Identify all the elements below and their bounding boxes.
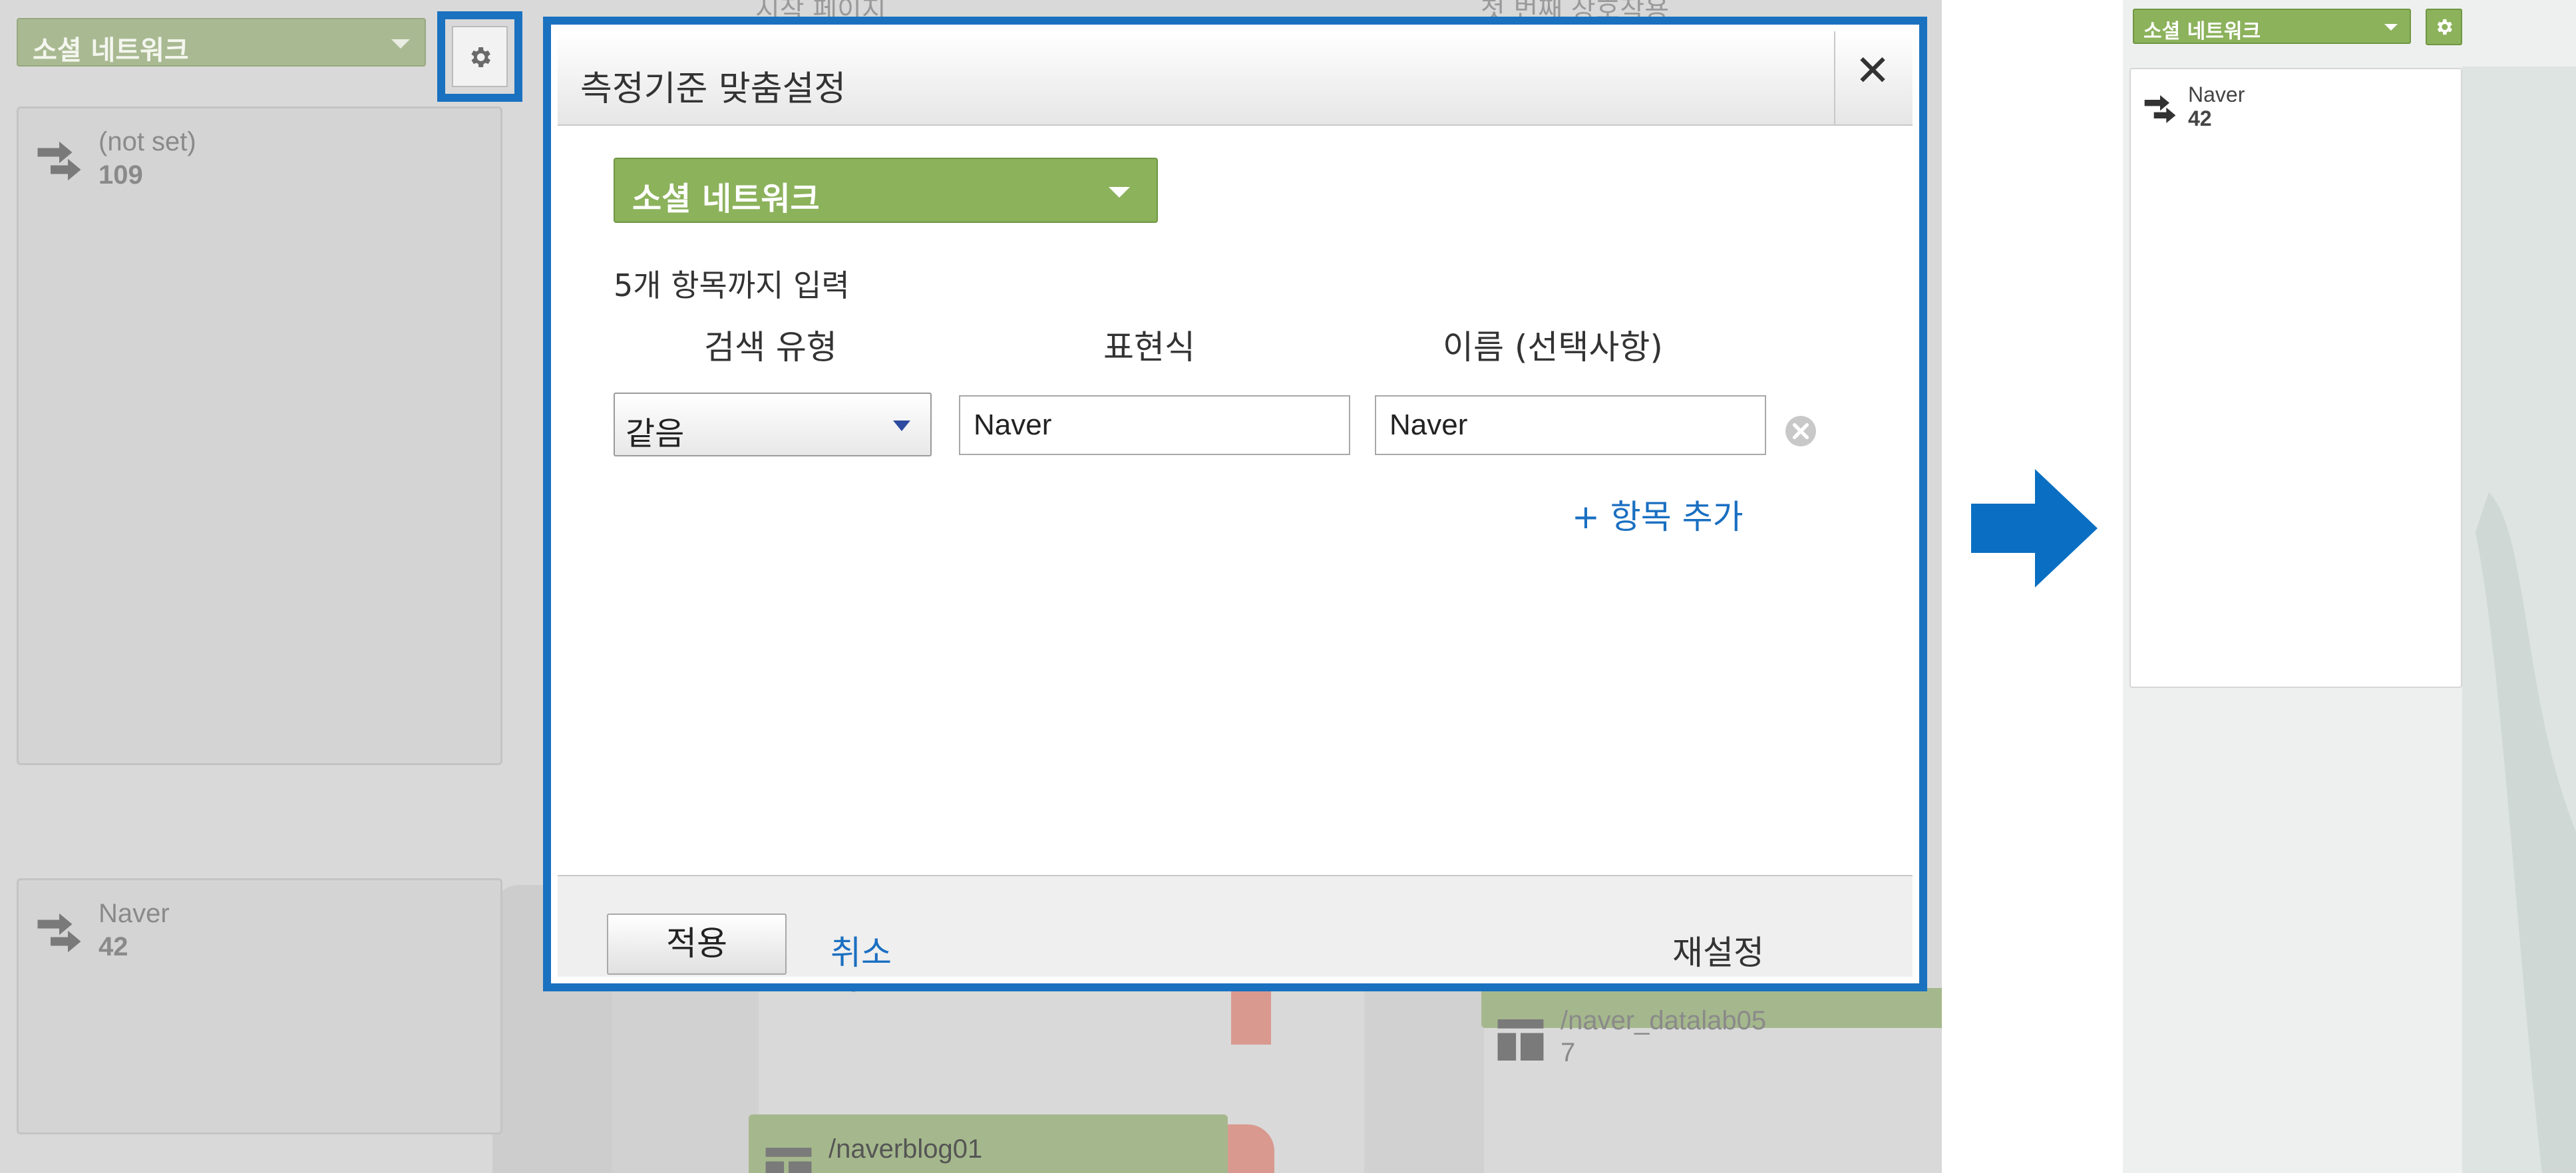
item-limit-hint: 5개 항목까지 입력 bbox=[614, 267, 850, 303]
page-grid-icon bbox=[765, 1148, 812, 1173]
arrow-split-icon bbox=[2144, 95, 2176, 123]
dimension-dropdown-label: 소셜 네트워크 bbox=[33, 35, 189, 66]
column-header-expression: 표현식 bbox=[1103, 328, 1195, 367]
arrow-split-icon bbox=[37, 141, 81, 181]
close-icon[interactable]: ✕ bbox=[1853, 50, 1893, 92]
dimension-select[interactable]: 소셜 네트워크 bbox=[614, 158, 1158, 223]
page-node-count: 7 bbox=[1561, 1038, 1576, 1067]
page-node[interactable] bbox=[749, 1114, 1228, 1173]
divider bbox=[1834, 31, 1835, 124]
add-item-link[interactable]: + 항목 추가 bbox=[1572, 490, 1744, 538]
node-card-not-set[interactable]: (not set) 109 bbox=[17, 106, 502, 765]
gear-icon bbox=[471, 47, 490, 67]
gear-button-face bbox=[452, 26, 508, 87]
remove-circle-icon[interactable] bbox=[1784, 415, 1817, 448]
node-name: Naver bbox=[2188, 83, 2245, 106]
drop-off-indicator bbox=[1228, 1124, 1274, 1173]
display-name-input[interactable] bbox=[1375, 395, 1766, 455]
flow-band bbox=[2462, 67, 2576, 1173]
node-name: Naver bbox=[98, 899, 170, 928]
node-card-naver[interactable]: Naver 42 bbox=[17, 878, 502, 1134]
match-type-value: 같음 bbox=[626, 415, 685, 452]
node-count: 109 bbox=[98, 160, 143, 190]
cancel-link[interactable]: 취소 bbox=[830, 926, 892, 974]
right-arrow-icon bbox=[1971, 469, 2098, 587]
node-count: 42 bbox=[2188, 106, 2212, 130]
reset-link[interactable]: 재설정 bbox=[1672, 926, 1764, 974]
expression-input[interactable] bbox=[959, 395, 1350, 455]
page-grid-icon bbox=[1497, 1019, 1544, 1061]
dropdown-arrow-icon bbox=[1109, 187, 1130, 198]
dropdown-arrow-icon bbox=[2384, 24, 2398, 31]
result-preview-panel: 소셜 네트워크 Naver 42 bbox=[2123, 0, 2576, 1173]
column-header-match-type: 검색 유형 bbox=[704, 328, 837, 367]
dimension-dropdown-label: 소셜 네트워크 bbox=[2143, 20, 2261, 43]
customize-dimension-dialog: 측정기준 맞춤설정 ✕ 소셜 네트워크 5개 항목까지 입력 검색 유형 표현식… bbox=[543, 17, 1927, 991]
column-header-name: 이름 (선택사항) bbox=[1443, 328, 1663, 367]
dimension-select-label: 소셜 네트워크 bbox=[632, 180, 820, 218]
dropdown-arrow-icon bbox=[893, 420, 910, 431]
drop-off-indicator bbox=[1231, 991, 1271, 1045]
node-card-naver[interactable]: Naver 42 bbox=[2129, 68, 2462, 688]
customize-dimension-button[interactable] bbox=[437, 11, 522, 102]
customize-dimension-button[interactable] bbox=[2426, 9, 2462, 45]
node-count: 42 bbox=[98, 932, 128, 961]
flow-band bbox=[612, 985, 759, 1173]
node-name: (not set) bbox=[98, 127, 196, 156]
dropdown-arrow-icon bbox=[391, 39, 410, 49]
match-type-select[interactable]: 같음 bbox=[614, 393, 932, 456]
gear-icon bbox=[2437, 19, 2452, 35]
dialog-title: 측정기준 맞춤설정 bbox=[580, 69, 846, 109]
page-node-name: /naverblog01 bbox=[828, 1134, 983, 1164]
dimension-dropdown[interactable]: 소셜 네트워크 bbox=[17, 18, 426, 67]
arrow-split-icon bbox=[37, 913, 81, 953]
flow-band bbox=[1364, 985, 1484, 1173]
dialog-titlebar: 측정기준 맞춤설정 ✕ bbox=[558, 31, 1913, 126]
dimension-dropdown[interactable]: 소셜 네트워크 bbox=[2133, 9, 2411, 44]
page-node-name: /naver_datalab05 bbox=[1561, 1006, 1767, 1035]
apply-button[interactable]: 적용 bbox=[607, 914, 787, 975]
